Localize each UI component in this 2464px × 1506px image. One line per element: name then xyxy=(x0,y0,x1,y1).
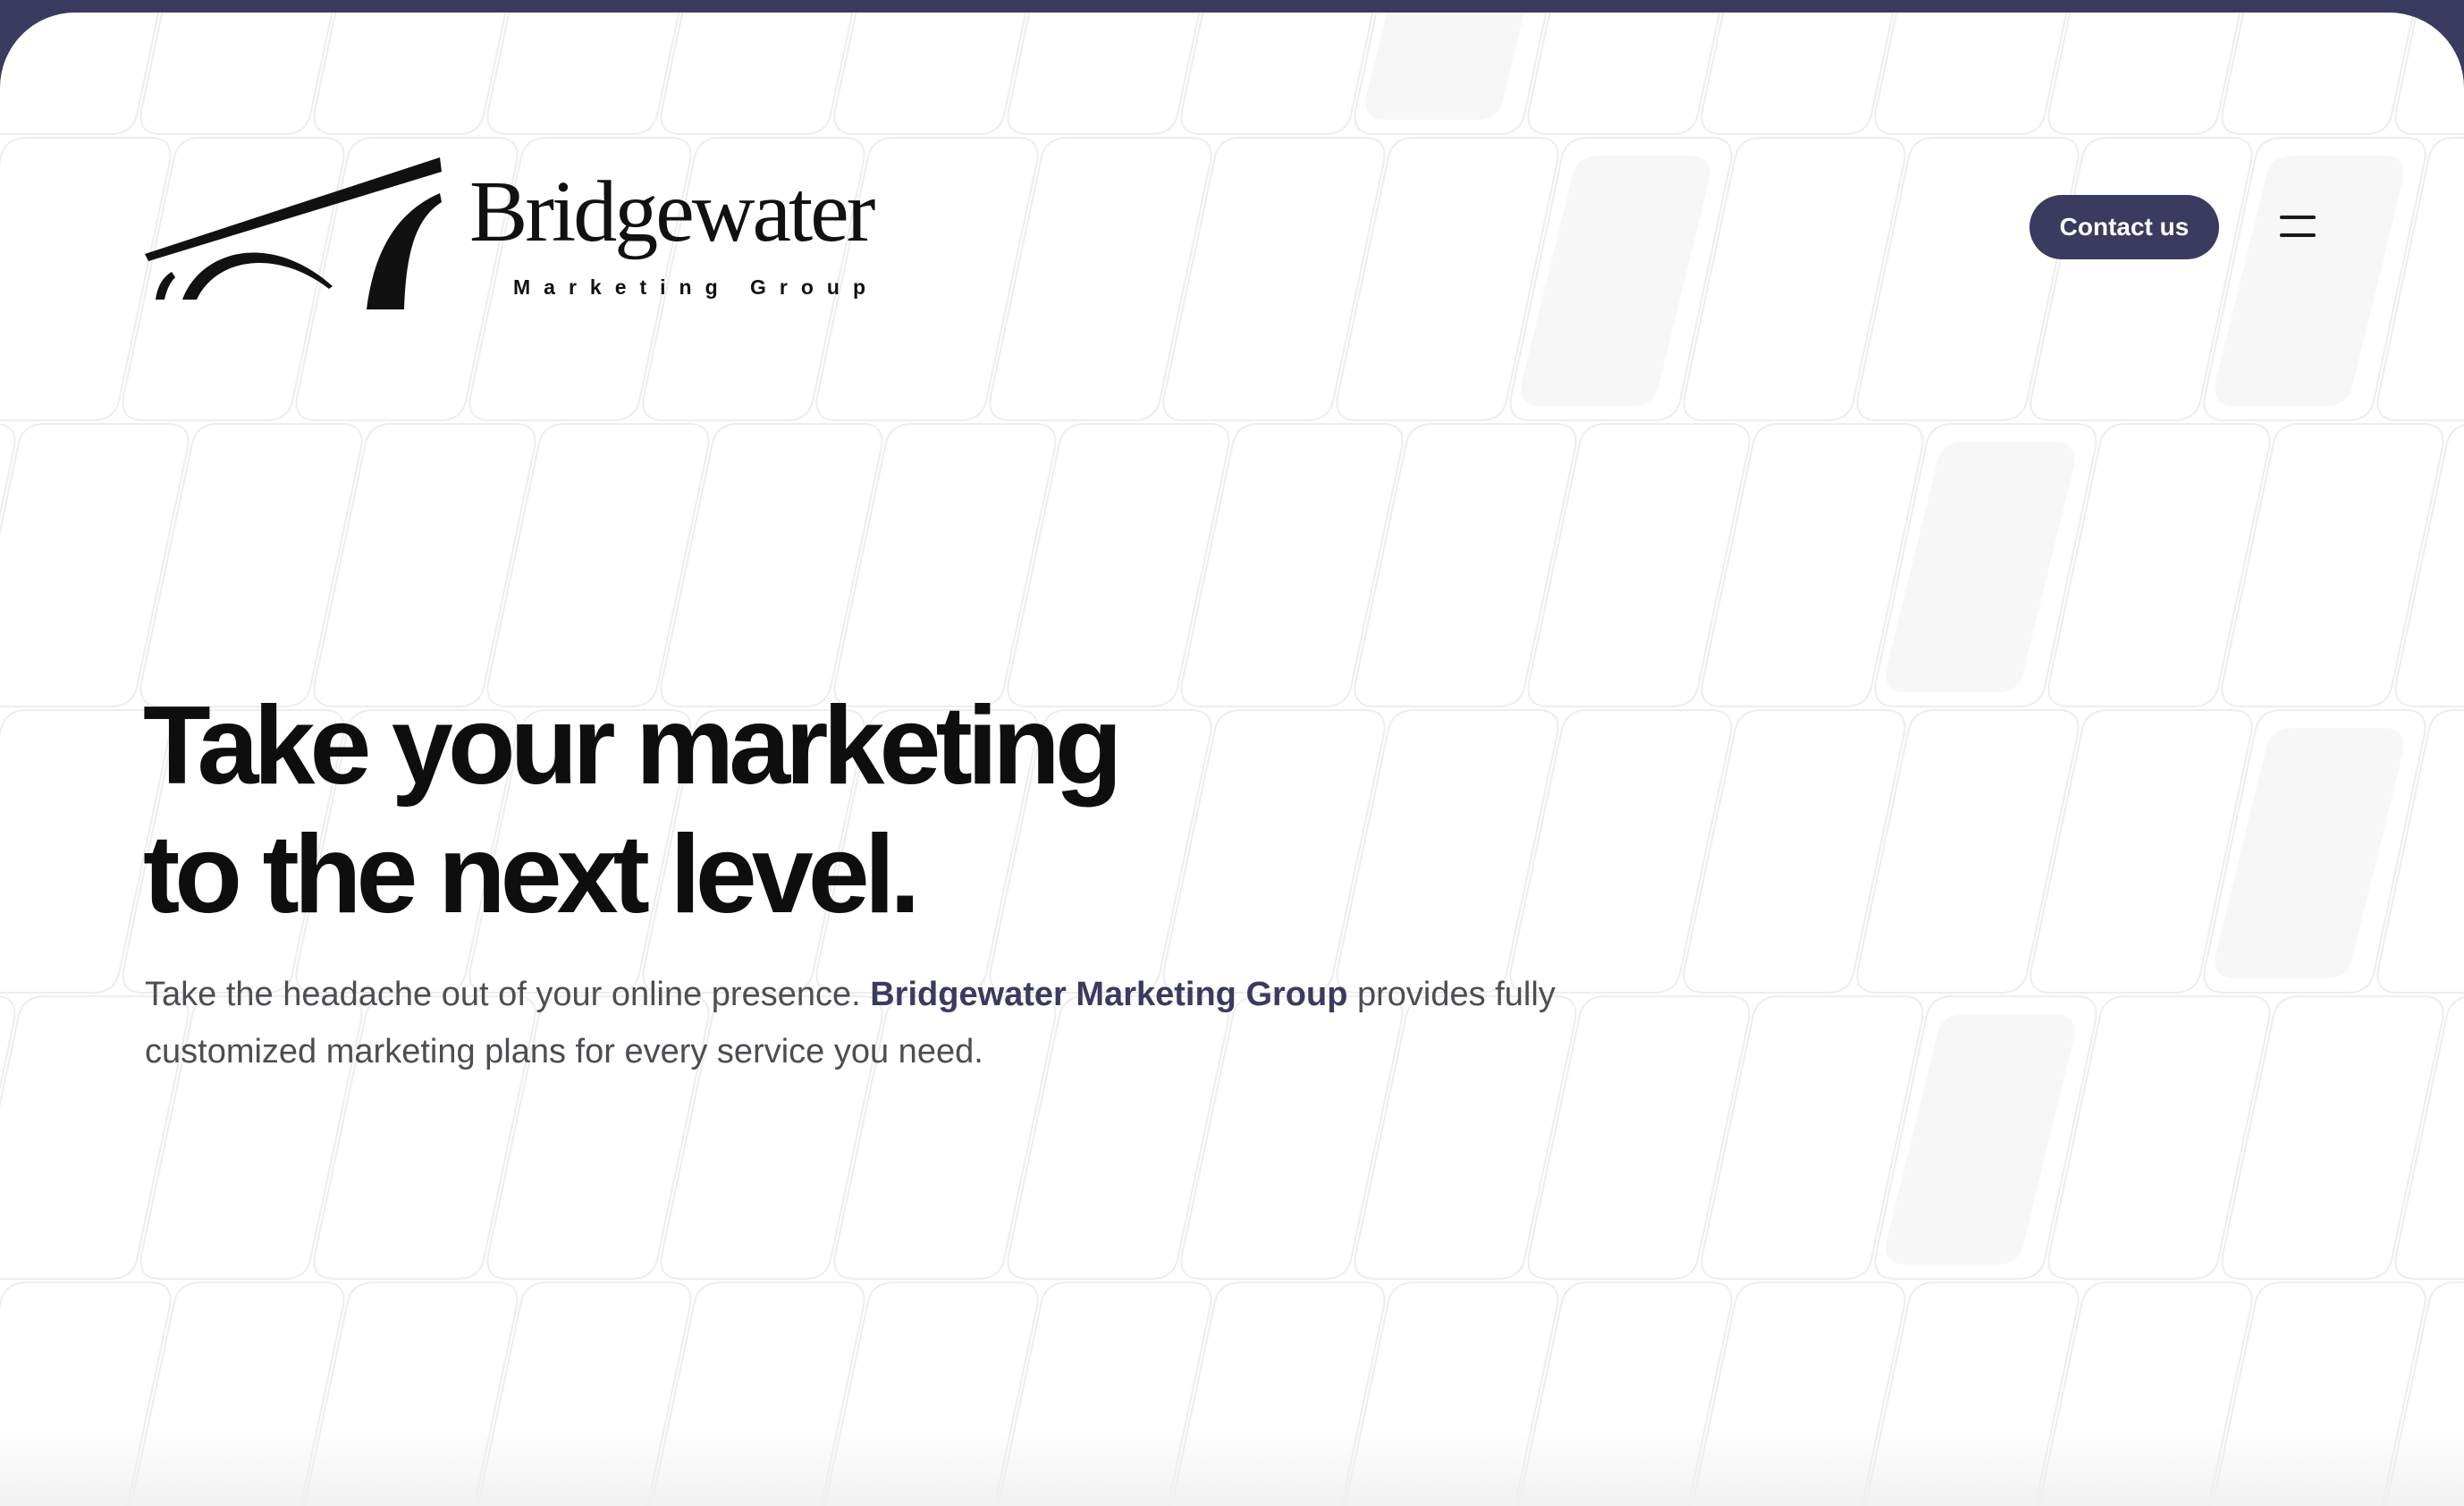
logo-tagline: Marketing Group xyxy=(513,275,880,299)
background-tile xyxy=(1007,13,1201,135)
logo-wordmark: Bridgewater xyxy=(469,164,875,260)
background-tile xyxy=(989,137,1212,421)
background-tile xyxy=(1700,995,1924,1280)
menu-bar-bottom xyxy=(2280,233,2316,237)
background-tile xyxy=(1856,709,2080,994)
background-tile xyxy=(0,423,190,707)
bridge-arch-logo-icon xyxy=(145,157,442,309)
background-tile xyxy=(0,13,160,135)
background-tile xyxy=(1162,137,1386,421)
hero-title-line-1: Take your marketing xyxy=(143,684,1123,808)
background-tile xyxy=(660,13,854,135)
hero-copy-intro: Take the headache out of your online pre… xyxy=(145,976,871,1013)
background-tile-filled xyxy=(1365,13,1525,120)
background-tile xyxy=(139,423,363,707)
background-tile-filled xyxy=(1886,1014,2075,1265)
background-tile xyxy=(1527,423,1751,707)
background-tile xyxy=(2394,996,2464,1280)
background-tile xyxy=(833,13,1027,135)
background-tile xyxy=(1700,423,1924,707)
background-tile xyxy=(2029,709,2253,994)
background-tile-filled xyxy=(1886,442,2075,692)
background-tile xyxy=(2221,423,2444,707)
background-tile xyxy=(313,13,507,135)
menu-bar-top xyxy=(2280,216,2316,219)
brand-name-highlight: Bridgewater Marketing Group xyxy=(870,976,1348,1013)
menu-button[interactable] xyxy=(2271,207,2325,247)
background-tile xyxy=(1874,13,2068,135)
background-tile-filled xyxy=(2215,156,2404,406)
background-tile xyxy=(139,13,333,135)
background-tile xyxy=(2221,995,2444,1280)
background-tile xyxy=(2394,424,2464,707)
background-tile xyxy=(2376,709,2464,994)
background-tile xyxy=(2203,709,2426,994)
background-tile xyxy=(0,423,16,520)
background-tile xyxy=(1509,709,1733,994)
background-tile xyxy=(833,423,1057,707)
background-tile xyxy=(486,423,710,707)
background-tile xyxy=(2047,13,2241,135)
background-tile xyxy=(1007,423,1230,707)
background-tile xyxy=(1700,13,1894,135)
background-tile xyxy=(1683,709,1906,994)
background-tile xyxy=(2221,13,2415,135)
background-tile xyxy=(1180,13,1374,135)
background-tile-filled xyxy=(2215,728,2404,978)
background-tile xyxy=(0,995,16,1092)
background-tile xyxy=(1354,13,1548,135)
background-tile xyxy=(2394,13,2464,135)
background-tile xyxy=(1354,423,1577,707)
background-tile xyxy=(1874,423,2097,707)
background-tile xyxy=(660,423,883,707)
contact-us-button[interactable]: Contact us xyxy=(2029,195,2219,259)
background-tile-filled xyxy=(1521,156,1710,406)
background-tile xyxy=(313,423,536,707)
background-tile xyxy=(2047,995,2271,1280)
background-tile xyxy=(1336,709,1559,994)
hero-title: Take your marketing to the next level. xyxy=(143,681,1123,939)
background-tile xyxy=(0,13,15,134)
hero-title-line-2: to the next level. xyxy=(143,813,921,936)
page: Bridgewater Marketing Group Contact us T… xyxy=(0,13,2464,1506)
background-tile xyxy=(1874,995,2097,1280)
background-tile xyxy=(1683,137,1906,421)
background-tile xyxy=(1336,137,1559,421)
background-tile xyxy=(1509,137,1733,421)
background-tile xyxy=(2029,137,2253,421)
background-tile xyxy=(2047,423,2271,707)
background-tile xyxy=(2376,137,2464,421)
background-tile xyxy=(1162,709,1386,994)
bridgewater-logo[interactable]: Bridgewater Marketing Group xyxy=(145,143,887,313)
background-tile xyxy=(1527,13,1721,135)
hero-description: Take the headache out of your online pre… xyxy=(145,966,1593,1080)
background-tile xyxy=(1856,137,2080,421)
background-tile xyxy=(486,13,680,135)
background-tile xyxy=(1180,423,1404,707)
bottom-fade xyxy=(0,1426,2464,1506)
background-tile xyxy=(2203,137,2426,421)
